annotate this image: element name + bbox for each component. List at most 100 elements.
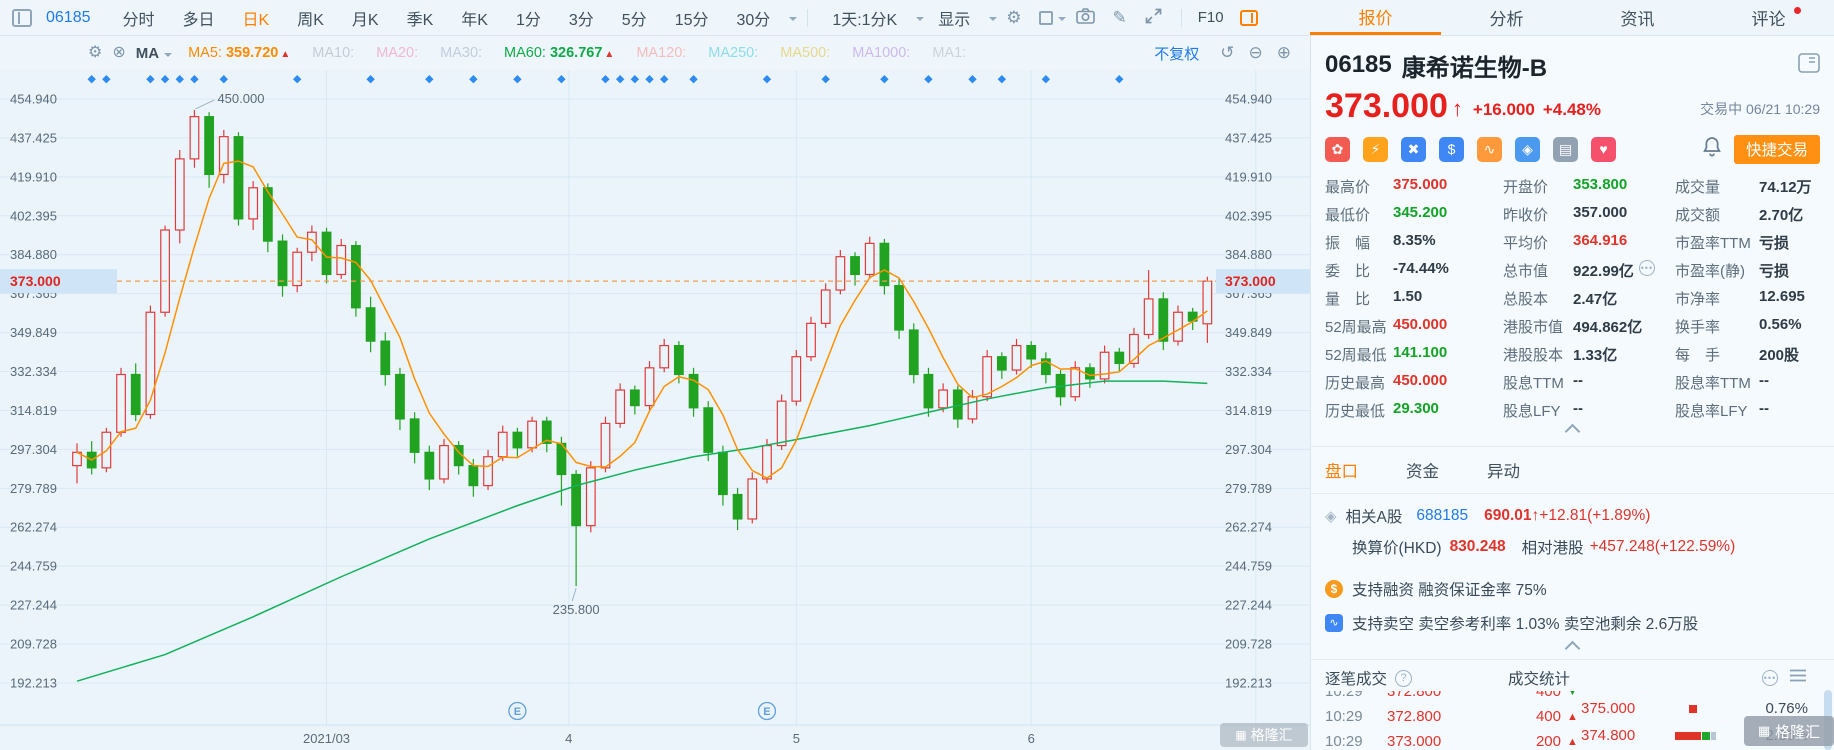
quick-trade-button[interactable]: 快捷交易: [1733, 134, 1820, 164]
zoom-out-icon[interactable]: ⊖: [1249, 43, 1263, 63]
svg-text:373.000: 373.000: [1225, 273, 1276, 289]
stat-value: 0.56%: [1759, 315, 1802, 333]
lightning-badge[interactable]: ⚡: [1363, 136, 1388, 162]
svg-text:384.880: 384.880: [10, 247, 57, 262]
svg-text:4: 4: [565, 731, 572, 746]
legend-MA20[interactable]: MA20:: [376, 45, 418, 61]
panel-layout-icon[interactable]: [1798, 52, 1820, 78]
window-collapse-icon[interactable]: [12, 8, 32, 27]
svg-text:227.244: 227.244: [1225, 598, 1272, 613]
stat-label: 历史最低: [1325, 402, 1386, 420]
legend-MA250[interactable]: MA250:: [708, 45, 758, 61]
depth-subtabs: 盘口 资金 异动: [1325, 447, 1820, 493]
collapse-chevron-icon[interactable]: [1564, 423, 1581, 440]
indicator-close-icon[interactable]: ⊗: [112, 45, 125, 61]
hk-flower-badge[interactable]: ✿: [1325, 136, 1350, 162]
stat-label: 昨收价: [1503, 206, 1549, 224]
timeframe-3分[interactable]: 3分: [569, 6, 594, 30]
help-question-icon[interactable]: ?: [1395, 669, 1413, 687]
stat-value: 74.12万: [1759, 178, 1812, 196]
stats-row: 历史最高 450.000 股息TTM -- 股息率TTM --: [1325, 368, 1820, 396]
svg-text:244.759: 244.759: [10, 559, 57, 574]
layout-square-icon[interactable]: [1038, 10, 1053, 25]
svg-text:244.759: 244.759: [1225, 559, 1272, 574]
timeframe-30分[interactable]: 30分: [737, 6, 771, 30]
legend-MA10[interactable]: MA10:: [312, 45, 354, 61]
tab-分析[interactable]: 分析: [1441, 0, 1572, 35]
timeframe-15分[interactable]: 15分: [675, 6, 709, 30]
legend-MA1[interactable]: MA1:: [932, 45, 966, 61]
pencil-icon[interactable]: ✎: [1113, 9, 1127, 26]
timeframe-多日[interactable]: 多日: [183, 6, 215, 30]
legend-MA5[interactable]: MA5: 359.720 ▲: [188, 45, 290, 61]
wave-badge[interactable]: ∿: [1477, 136, 1502, 162]
timeframe-季K[interactable]: 季K: [407, 6, 434, 30]
tab-资讯[interactable]: 资讯: [1572, 0, 1703, 35]
legend-MA1000[interactable]: MA1000:: [852, 45, 910, 61]
list-icon[interactable]: [1790, 669, 1806, 687]
timeframe-日K[interactable]: 日K: [243, 6, 270, 30]
stats-cell: 港股股本 1.33亿: [1503, 344, 1675, 365]
legend-MA120[interactable]: MA120:: [636, 45, 686, 61]
stat-label: 最高价: [1325, 178, 1371, 196]
legend-MA500[interactable]: MA500:: [780, 45, 830, 61]
stat-label: 平均价: [1503, 234, 1549, 252]
stats-cell: 股息率LFY --: [1675, 400, 1820, 421]
f10-button[interactable]: F10: [1198, 9, 1224, 26]
toolbar-symbol[interactable]: 06185: [46, 9, 91, 27]
stats-cell: 最低价 345.200: [1325, 204, 1503, 225]
timeframe-分时[interactable]: 分时: [123, 6, 155, 30]
candlestick-chart[interactable]: E E 454.940 454.940 437.425 437.425 419.910 419…: [0, 70, 1310, 750]
collapse-chevron-icon[interactable]: [1564, 640, 1581, 657]
legend-MA60[interactable]: MA60: 326.767 ▲: [504, 45, 614, 61]
heart-badge[interactable]: ♥: [1591, 136, 1616, 162]
trading-terminal: 06185 分时 多日 日K 周K 月K 季K 年K 1分 3分 5分 15分 30分 1天:1分K …: [0, 0, 1834, 750]
ma-dropdown[interactable]: MA: [136, 45, 173, 62]
related-change: +12.81(+1.89%): [1539, 506, 1651, 524]
timeframe-月K[interactable]: 月K: [352, 6, 379, 30]
legend-value: 359.720: [225, 45, 279, 61]
svg-text:349.849: 349.849: [10, 325, 57, 340]
stats-cell: 历史最低 29.300: [1325, 400, 1503, 421]
camera-icon[interactable]: [1075, 8, 1095, 27]
dollar-badge[interactable]: $: [1439, 136, 1464, 162]
stats-row: 历史最低 29.300 股息LFY -- 股息率LFY --: [1325, 396, 1820, 424]
chevron-down-icon[interactable]: [989, 16, 998, 25]
legend-MA30[interactable]: MA30:: [440, 45, 482, 61]
stats-row: 52周最低 141.100 港股股本 1.33亿 每 手 200股: [1325, 340, 1820, 368]
panel-toggle-orange-icon[interactable]: [1239, 9, 1258, 26]
bell-icon[interactable]: [1702, 136, 1722, 163]
svg-text:192.213: 192.213: [1225, 675, 1272, 690]
device-badge[interactable]: ▤: [1553, 136, 1578, 162]
more-ellipsis-icon[interactable]: •••: [1762, 670, 1778, 686]
stat-label: 港股市值: [1503, 318, 1564, 336]
chevron-down-icon[interactable]: [1057, 16, 1066, 25]
subtab-异动[interactable]: 异动: [1487, 458, 1520, 482]
zoom-in-icon[interactable]: ⊕: [1277, 43, 1291, 63]
tab-报价[interactable]: 报价: [1310, 0, 1441, 35]
svg-text:437.425: 437.425: [10, 130, 57, 145]
compound-period-dropdown[interactable]: 1天:1分K: [832, 6, 897, 30]
fullscreen-icon[interactable]: [1145, 8, 1162, 27]
tag-badge[interactable]: ◈: [1515, 136, 1540, 162]
subtab-资金[interactable]: 资金: [1406, 458, 1439, 482]
undo-icon[interactable]: ↺: [1220, 43, 1234, 63]
info-ellipsis-icon[interactable]: •••: [1638, 259, 1655, 276]
chevron-down-icon[interactable]: [916, 16, 925, 25]
timeframe-1分[interactable]: 1分: [516, 6, 541, 30]
timeframe-周K[interactable]: 周K: [297, 6, 324, 30]
short-sell-badge[interactable]: ✖: [1401, 136, 1426, 162]
stat-label: 股息TTM: [1503, 374, 1564, 392]
related-code[interactable]: 688185: [1416, 507, 1468, 525]
chevron-down-icon[interactable]: [789, 16, 798, 25]
indicator-settings-gear-icon[interactable]: ⚙: [88, 45, 102, 61]
quote-stats-grid: 最高价 375.000 开盘价 353.800 成交量 74.12万 最低价 345.200 昨…: [1325, 172, 1820, 424]
tab-评论[interactable]: 评论: [1703, 0, 1834, 35]
display-dropdown[interactable]: 显示: [938, 6, 970, 30]
gear-icon[interactable]: ⚙: [1006, 9, 1021, 26]
subtab-盘口[interactable]: 盘口: [1325, 458, 1358, 482]
timeframe-年K[interactable]: 年K: [461, 6, 488, 30]
stats-cell: 52周最低 141.100: [1325, 344, 1503, 365]
timeframe-5分[interactable]: 5分: [622, 6, 647, 30]
adjust-mode-link[interactable]: 不复权: [1154, 43, 1199, 64]
